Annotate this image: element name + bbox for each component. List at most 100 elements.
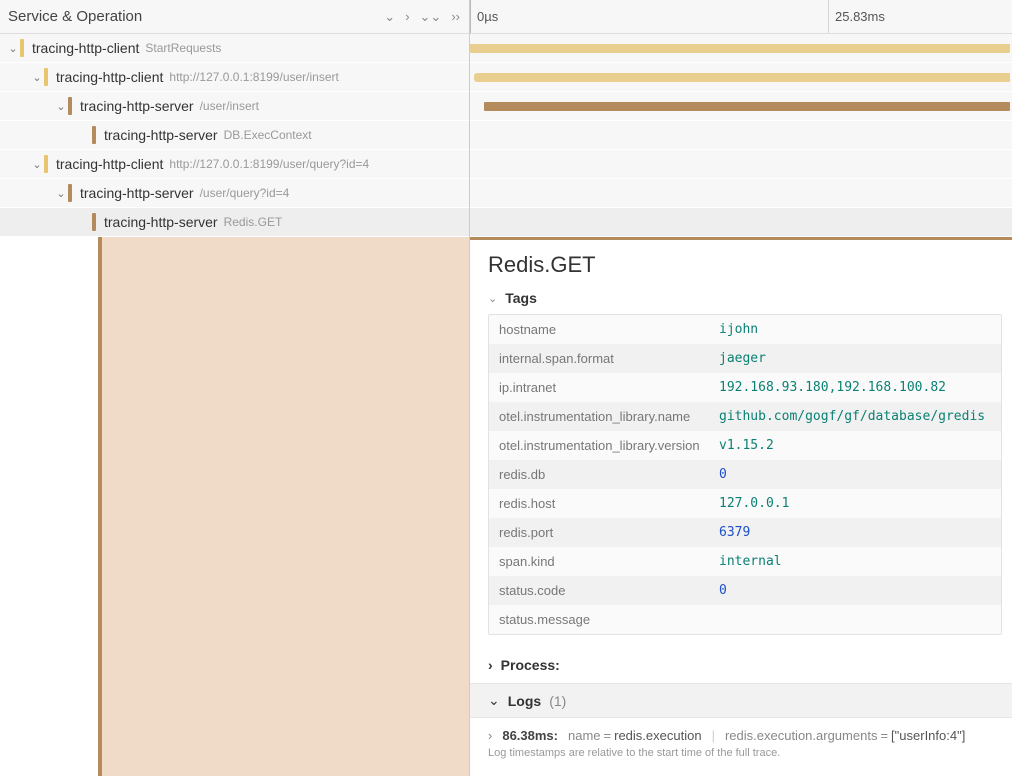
- tag-key: internal.span.format: [499, 351, 719, 366]
- span-service: tracing-http-client: [56, 156, 163, 172]
- tag-value: internal: [719, 554, 782, 569]
- tag-key: redis.port: [499, 525, 719, 540]
- timeline-row[interactable]: [470, 63, 1012, 92]
- service-color-bar: [68, 184, 72, 202]
- tag-row[interactable]: hostnameijohn: [489, 315, 1001, 344]
- tag-value: v1.15.2: [719, 438, 774, 453]
- timeline-row[interactable]: [470, 179, 1012, 208]
- timeline-row[interactable]: [470, 92, 1012, 121]
- service-color-bar: [92, 213, 96, 231]
- ruler-tick-label: 25.83ms: [835, 9, 885, 24]
- expand-one-icon[interactable]: ⌄: [383, 9, 396, 25]
- timeline-row[interactable]: [470, 121, 1012, 150]
- chevron-right-icon: ›: [488, 657, 493, 673]
- process-label: Process:: [501, 657, 560, 673]
- tag-row[interactable]: otel.instrumentation_library.versionv1.1…: [489, 431, 1001, 460]
- span-operation: http://127.0.0.1:8199/user/query?id=4: [169, 157, 369, 171]
- span-row[interactable]: ⌄ tracing-http-client http://127.0.0.1:819…: [0, 150, 469, 179]
- span-bar[interactable]: [484, 102, 1010, 111]
- chevron-down-icon: ⌄: [488, 692, 500, 709]
- tag-row[interactable]: redis.port6379: [489, 518, 1001, 547]
- logs-section-header[interactable]: ⌄ Logs (1): [470, 683, 1012, 718]
- span-row[interactable]: ⌄tracing-http-server/user/insert: [0, 92, 469, 121]
- timeline-ruler: 0µs 25.83ms: [470, 0, 1012, 34]
- tag-row[interactable]: span.kindinternal: [489, 547, 1001, 576]
- tag-row[interactable]: otel.instrumentation_library.namegithub.…: [489, 402, 1001, 431]
- span-service: tracing-http-server: [104, 214, 218, 230]
- span-bar[interactable]: [470, 44, 1010, 53]
- tag-key: otel.instrumentation_library.name: [499, 409, 719, 424]
- span-row[interactable]: ⌄ tracing-http-client StartRequests: [0, 34, 469, 63]
- tags-table: hostnameijohninternal.span.formatjaegeri…: [488, 314, 1002, 635]
- service-color-bar: [44, 68, 48, 86]
- span-operation: /user/insert: [200, 99, 259, 113]
- span-tree-pane: Service & Operation ⌄ › ⌄⌄ ›› ⌄tracing-h…: [0, 0, 470, 776]
- tag-row[interactable]: redis.db0: [489, 460, 1001, 489]
- span-detail-title: Redis.GET: [470, 240, 1012, 286]
- chevron-down-icon[interactable]: ⌄: [54, 100, 68, 113]
- span-operation: DB.ExecContext: [224, 128, 312, 142]
- log-kv: redis.execution.arguments=["userInfo:4"]: [725, 728, 965, 743]
- tag-key: redis.db: [499, 467, 719, 482]
- span-row[interactable]: ⌄ tracing-http-server/user/query?id=4: [0, 179, 469, 208]
- process-section-header[interactable]: › Process:: [470, 647, 1012, 683]
- chevron-down-icon[interactable]: ⌄: [6, 42, 20, 55]
- tag-key: redis.host: [499, 496, 719, 511]
- logs-count: (1): [549, 693, 566, 709]
- tag-value: ijohn: [719, 322, 758, 337]
- chevron-right-icon: ›: [488, 728, 492, 743]
- tag-value: 0: [719, 583, 727, 598]
- tag-key: ip.intranet: [499, 380, 719, 395]
- span-row[interactable]: ⌄ tracing-http-client http://127.0.0.1:819…: [0, 63, 469, 92]
- span-service: tracing-http-server: [80, 185, 194, 201]
- tag-key: status.message: [499, 612, 719, 627]
- chevron-down-icon: ⌄: [488, 292, 497, 305]
- span-bar[interactable]: [476, 73, 1010, 82]
- tags-section-header[interactable]: ⌄ Tags: [470, 286, 1012, 310]
- span-operation: StartRequests: [145, 41, 221, 55]
- timeline-row[interactable]: [470, 150, 1012, 179]
- span-row[interactable]: tracing-http-server DB.ExecContext: [0, 121, 469, 150]
- tag-key: otel.instrumentation_library.version: [499, 438, 719, 453]
- log-kv: name=redis.execution: [568, 728, 702, 743]
- log-footnote: Log timestamps are relative to the start…: [470, 745, 1012, 769]
- log-entry[interactable]: › 86.38ms: name=redis.execution|redis.ex…: [470, 718, 1012, 745]
- tag-key: span.kind: [499, 554, 719, 569]
- tag-row[interactable]: status.code0: [489, 576, 1001, 605]
- tag-row[interactable]: redis.host127.0.0.1: [489, 489, 1001, 518]
- service-color-bar: [20, 39, 24, 57]
- span-operation: http://127.0.0.1:8199/user/insert: [169, 70, 338, 84]
- timeline-pane: 0µs 25.83ms Redis.GET ⌄ Tags hostnameijo…: [470, 0, 1012, 776]
- logs-label: Logs: [508, 693, 541, 709]
- expand-all-icon[interactable]: ⌄⌄: [419, 9, 443, 25]
- tag-row[interactable]: ip.intranet192.168.93.180,192.168.100.82: [489, 373, 1001, 402]
- tag-row[interactable]: internal.span.formatjaeger: [489, 344, 1001, 373]
- span-operation: /user/query?id=4: [200, 186, 290, 200]
- tag-value: 192.168.93.180,192.168.100.82: [719, 380, 946, 395]
- ruler-tick: 0µs: [470, 0, 498, 33]
- tag-key: status.code: [499, 583, 719, 598]
- span-service: tracing-http-client: [32, 40, 139, 56]
- span-row[interactable]: tracing-http-server Redis.GET: [0, 208, 469, 237]
- span-service: tracing-http-server: [104, 127, 218, 143]
- tag-value: 6379: [719, 525, 750, 540]
- tag-value: jaeger: [719, 351, 766, 366]
- log-timestamp: 86.38ms:: [502, 728, 558, 743]
- timeline-row[interactable]: [470, 34, 1012, 63]
- tree-header: Service & Operation ⌄ › ⌄⌄ ››: [0, 0, 469, 34]
- timeline-row[interactable]: [470, 208, 1012, 237]
- collapse-all-icon[interactable]: ››: [450, 9, 461, 25]
- tags-label: Tags: [505, 290, 537, 306]
- span-operation: Redis.GET: [224, 215, 283, 229]
- chevron-down-icon[interactable]: ⌄: [30, 158, 44, 171]
- tree-header-tools: ⌄ › ⌄⌄ ››: [383, 9, 461, 25]
- collapse-one-icon[interactable]: ›: [404, 9, 410, 25]
- service-color-bar: [92, 126, 96, 144]
- chevron-down-icon[interactable]: ⌄: [30, 71, 44, 84]
- tag-row[interactable]: status.message: [489, 605, 1001, 634]
- chevron-down-icon[interactable]: ⌄: [54, 187, 68, 200]
- tag-value: 127.0.0.1: [719, 496, 789, 511]
- span-service: tracing-http-client: [56, 69, 163, 85]
- span-tree[interactable]: ⌄tracing-http-clientStartRequests⌄tracin…: [0, 34, 469, 237]
- service-color-bar: [68, 97, 72, 115]
